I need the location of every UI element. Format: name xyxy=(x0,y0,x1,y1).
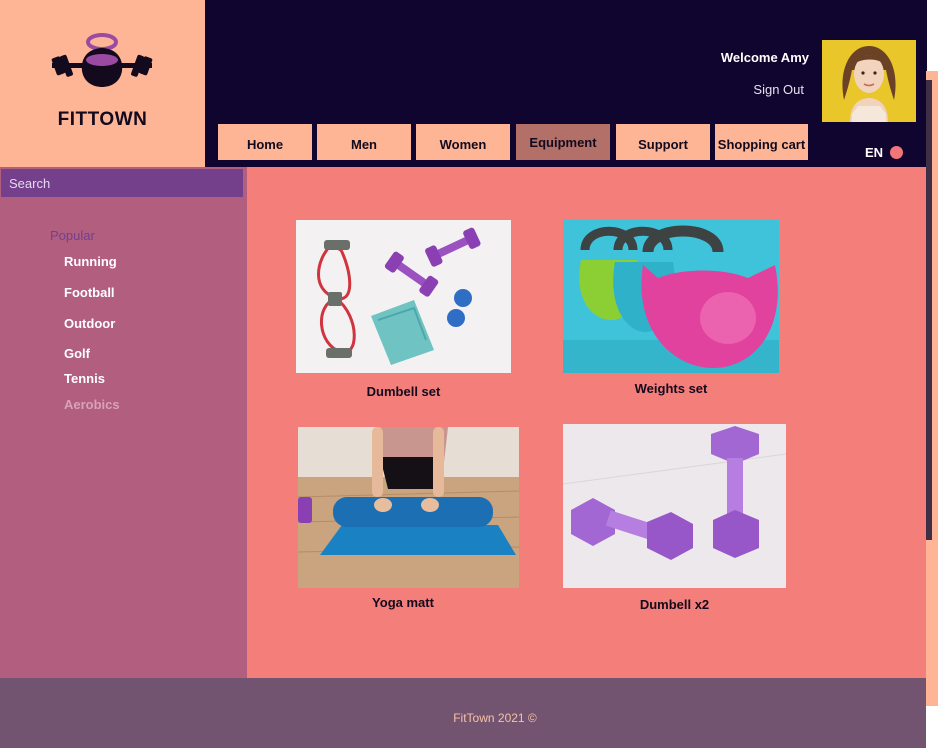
welcome-text: Welcome Amy xyxy=(720,50,809,65)
purple-dumbbells-image[interactable] xyxy=(563,424,786,588)
category-football[interactable]: Football xyxy=(64,285,115,300)
user-avatar[interactable] xyxy=(822,40,916,122)
sidebar: Popular Running Football Outdoor Golf Te… xyxy=(0,167,247,678)
brand-name: FITTOWN xyxy=(57,109,148,130)
language-selector[interactable]: EN xyxy=(865,145,904,160)
search-input[interactable] xyxy=(1,169,243,197)
product-grid: Dumbell set Weights set Yoga matt Dumbel… xyxy=(247,167,926,678)
nav-equipment[interactable]: Equipment xyxy=(516,124,610,160)
language-dot-icon xyxy=(890,146,904,159)
language-code: EN xyxy=(865,145,884,160)
yoga-mat-image[interactable] xyxy=(298,427,519,588)
category-running[interactable]: Running xyxy=(64,254,117,269)
logo-panel: FITTOWN xyxy=(0,0,205,167)
product-name[interactable]: Dumbell x2 xyxy=(563,597,786,612)
nav-men[interactable]: Men xyxy=(317,124,411,160)
category-aerobics[interactable]: Aerobics xyxy=(64,397,120,412)
category-outdoor[interactable]: Outdoor xyxy=(64,316,115,331)
dumbbell-set-image[interactable] xyxy=(296,220,511,373)
kettlebell-weights-image[interactable] xyxy=(563,220,779,373)
nav-shopping-cart[interactable]: Shopping cart xyxy=(715,124,808,160)
footer-copyright: FitTown 2021 © xyxy=(453,711,537,725)
product-name[interactable]: Yoga matt xyxy=(298,595,508,610)
product-name[interactable]: Dumbell set xyxy=(296,384,511,399)
kettlebell-logo-icon[interactable] xyxy=(50,33,154,91)
product-name[interactable]: Weights set xyxy=(563,381,779,396)
nav-support[interactable]: Support xyxy=(616,124,710,160)
category-golf[interactable]: Golf xyxy=(64,346,90,361)
scrollbar-thumb[interactable] xyxy=(926,80,932,540)
category-tennis[interactable]: Tennis xyxy=(64,371,105,386)
nav-home[interactable]: Home xyxy=(218,124,312,160)
sign-out-link[interactable]: Sign Out xyxy=(753,82,804,97)
popular-heading: Popular xyxy=(50,228,95,243)
footer: FitTown 2021 © xyxy=(0,678,926,748)
nav-women[interactable]: Women xyxy=(416,124,510,160)
